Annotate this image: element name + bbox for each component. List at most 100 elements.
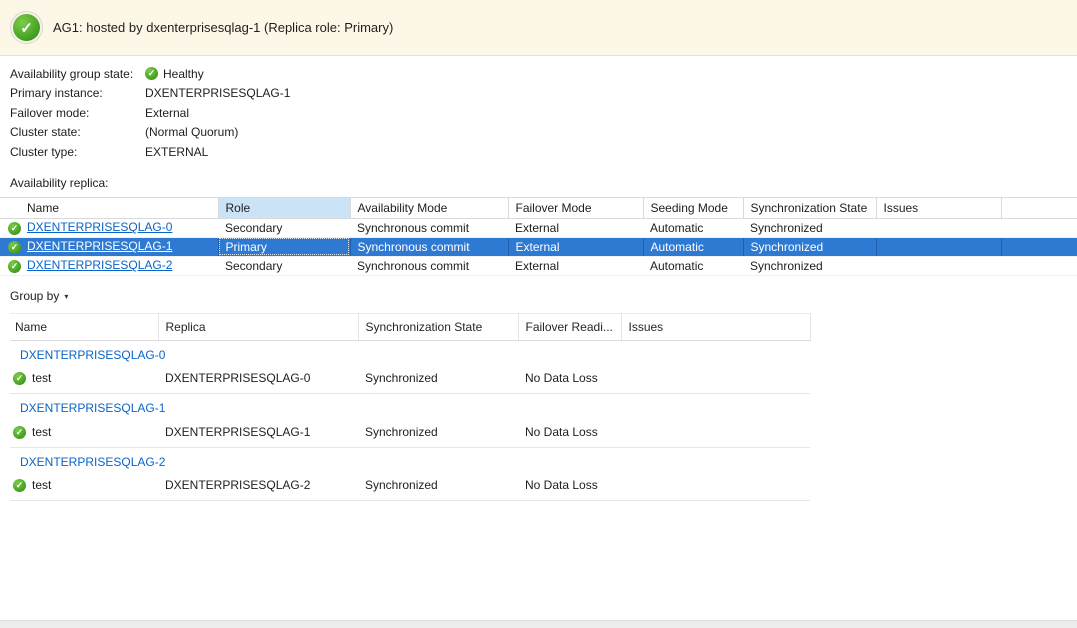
- summary-label: Failover mode:: [10, 106, 145, 120]
- column-header-seeding-mode[interactable]: Seeding Mode: [643, 197, 743, 218]
- summary-value-text: EXTERNAL: [145, 145, 208, 159]
- database-row[interactable]: test DXENTERPRISESQLAG-0SynchronizedNo Da…: [10, 364, 810, 394]
- healthy-check-icon: [13, 426, 26, 439]
- summary-label: Availability group state:: [10, 67, 145, 81]
- dashboard-header: AG1: hosted by dxenterprisesqlag-1 (Repl…: [0, 0, 1077, 56]
- database-group-link[interactable]: DXENTERPRISESQLAG-0: [20, 348, 165, 362]
- summary-value-text: (Normal Quorum): [145, 125, 238, 139]
- database-replica-cell: DXENTERPRISESQLAG-1: [158, 417, 358, 447]
- database-failover-readiness-cell: No Data Loss: [518, 417, 621, 447]
- availability-replica-table: NameRoleAvailability ModeFailover ModeSe…: [0, 197, 1077, 276]
- replica-cell: Automatic: [643, 218, 743, 237]
- replica-cell-blank: [1001, 237, 1077, 256]
- database-failover-readiness-cell: No Data Loss: [518, 364, 621, 394]
- replica-cell: Automatic: [643, 237, 743, 256]
- bottom-strip: [0, 620, 1077, 628]
- replica-row[interactable]: DXENTERPRISESQLAG-2SecondarySynchronous …: [0, 256, 1077, 275]
- column-header-name[interactable]: Name: [10, 313, 158, 340]
- healthy-check-icon: [145, 67, 158, 80]
- replica-cell: Synchronous commit: [350, 218, 508, 237]
- summary-section: Availability group state:HealthyPrimary …: [0, 56, 1077, 162]
- summary-value: DXENTERPRISESQLAG-1: [145, 86, 290, 100]
- replica-cell: External: [508, 218, 643, 237]
- summary-value: EXTERNAL: [145, 145, 208, 159]
- database-issues-cell: [621, 364, 810, 394]
- replica-name-cell: DXENTERPRISESQLAG-0: [0, 218, 218, 237]
- database-group-row: DXENTERPRISESQLAG-0: [10, 340, 810, 364]
- column-header-replica[interactable]: Replica: [158, 313, 358, 340]
- database-issues-cell: [621, 471, 810, 501]
- summary-value: Healthy: [145, 67, 204, 81]
- replica-name-link[interactable]: DXENTERPRISESQLAG-0: [27, 220, 172, 234]
- replica-table-header-row: NameRoleAvailability ModeFailover ModeSe…: [0, 197, 1077, 218]
- summary-row: Availability group state:Healthy: [10, 64, 1077, 84]
- replica-name-link[interactable]: DXENTERPRISESQLAG-2: [27, 258, 172, 272]
- healthy-status-icon: [13, 14, 40, 41]
- column-header-synchronization-state[interactable]: Synchronization State: [358, 313, 518, 340]
- replica-cell: External: [508, 256, 643, 275]
- database-sync-state-cell: Synchronized: [358, 471, 518, 501]
- healthy-check-icon: [13, 479, 26, 492]
- column-header-failover-readi[interactable]: Failover Readi...: [518, 313, 621, 340]
- replica-cell: Automatic: [643, 256, 743, 275]
- replica-name-cell: DXENTERPRISESQLAG-2: [0, 256, 218, 275]
- database-issues-cell: [621, 417, 810, 447]
- replica-section-label: Availability replica:: [0, 162, 1077, 197]
- database-group-cell: DXENTERPRISESQLAG-2: [10, 447, 810, 471]
- availability-group-dashboard: AG1: hosted by dxenterprisesqlag-1 (Repl…: [0, 0, 1077, 501]
- healthy-check-icon: [8, 241, 21, 254]
- database-replica-cell: DXENTERPRISESQLAG-2: [158, 471, 358, 501]
- database-row[interactable]: test DXENTERPRISESQLAG-1SynchronizedNo Da…: [10, 417, 810, 447]
- database-name-cell: test: [10, 471, 158, 501]
- healthy-check-icon: [8, 222, 21, 235]
- column-header-synchronization-state[interactable]: Synchronization State: [743, 197, 876, 218]
- summary-value-text: External: [145, 106, 189, 120]
- database-failover-readiness-cell: No Data Loss: [518, 471, 621, 501]
- database-name-cell: test: [10, 364, 158, 394]
- replica-cell: Primary: [218, 237, 350, 256]
- replica-row[interactable]: DXENTERPRISESQLAG-1PrimarySynchronous co…: [0, 237, 1077, 256]
- summary-label: Primary instance:: [10, 86, 145, 100]
- replica-cell: [876, 256, 1001, 275]
- database-group-row: DXENTERPRISESQLAG-2: [10, 447, 810, 471]
- database-group-link[interactable]: DXENTERPRISESQLAG-2: [20, 455, 165, 469]
- database-name: test: [32, 371, 51, 385]
- replica-cell: [876, 218, 1001, 237]
- database-name: test: [32, 425, 51, 439]
- page-title: AG1: hosted by dxenterprisesqlag-1 (Repl…: [53, 20, 393, 35]
- summary-value: (Normal Quorum): [145, 125, 238, 139]
- group-by-label: Group by: [10, 289, 59, 303]
- summary-row: Failover mode:External: [10, 103, 1077, 123]
- replica-name-link[interactable]: DXENTERPRISESQLAG-1: [27, 239, 172, 253]
- replica-row[interactable]: DXENTERPRISESQLAG-0 SecondarySynchronous …: [0, 218, 1077, 237]
- replica-cell-blank: [1001, 256, 1077, 275]
- replica-cell: Synchronous commit: [350, 256, 508, 275]
- database-sync-state-cell: Synchronized: [358, 417, 518, 447]
- database-sync-state-cell: Synchronized: [358, 364, 518, 394]
- healthy-check-icon: [13, 372, 26, 385]
- replica-cell: Synchronized: [743, 218, 876, 237]
- replica-name-cell: DXENTERPRISESQLAG-1: [0, 237, 218, 256]
- summary-row: Cluster state:(Normal Quorum): [10, 123, 1077, 143]
- column-header-name[interactable]: Name: [0, 197, 218, 218]
- column-header-role[interactable]: Role: [218, 197, 350, 218]
- summary-label: Cluster state:: [10, 125, 145, 139]
- replica-cell: External: [508, 237, 643, 256]
- column-header-issues[interactable]: Issues: [876, 197, 1001, 218]
- summary-value: External: [145, 106, 189, 120]
- database-replica-cell: DXENTERPRISESQLAG-0: [158, 364, 358, 394]
- replica-cell: Secondary: [218, 218, 350, 237]
- database-group-link[interactable]: DXENTERPRISESQLAG-1: [20, 401, 165, 415]
- database-table-header-row: NameReplicaSynchronization StateFailover…: [10, 313, 810, 340]
- summary-row: Cluster type:EXTERNAL: [10, 142, 1077, 162]
- column-header-issues[interactable]: Issues: [621, 313, 810, 340]
- group-by-button[interactable]: Group by ▾: [10, 289, 68, 303]
- column-header-failover-mode[interactable]: Failover Mode: [508, 197, 643, 218]
- database-group-row: DXENTERPRISESQLAG-1: [10, 394, 810, 418]
- summary-row: Primary instance:DXENTERPRISESQLAG-1: [10, 84, 1077, 104]
- column-header-availability-mode[interactable]: Availability Mode: [350, 197, 508, 218]
- healthy-check-icon: [8, 260, 21, 273]
- database-name: test: [32, 478, 51, 492]
- database-name-cell: test: [10, 417, 158, 447]
- database-row[interactable]: test DXENTERPRISESQLAG-2SynchronizedNo Da…: [10, 471, 810, 501]
